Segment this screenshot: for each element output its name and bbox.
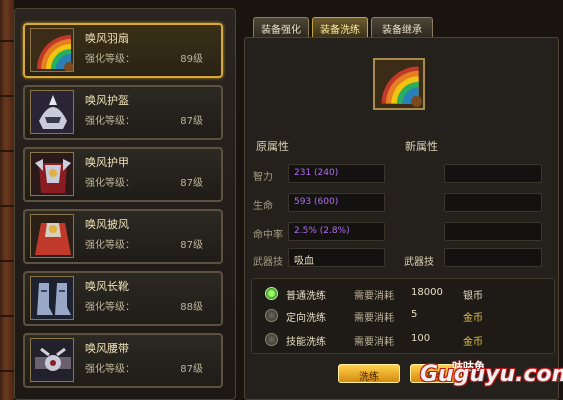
left-frame-edge xyxy=(0,0,14,400)
cost-value: 5 xyxy=(411,309,418,320)
frame-notch xyxy=(0,205,14,207)
original-value: 231 (240) xyxy=(288,164,385,183)
boots-icon xyxy=(30,276,74,320)
new-value xyxy=(444,222,542,241)
belt-icon xyxy=(30,338,74,382)
item-level-label: 强化等级： xyxy=(85,178,135,189)
equipment-item[interactable]: 唤风羽扇 强化等级： 89级 xyxy=(23,23,223,78)
equipment-item[interactable]: 唤风披风 强化等级： 87级 xyxy=(23,209,223,264)
item-name: 唤风羽扇 xyxy=(85,32,129,45)
original-value: 593 (600) xyxy=(288,193,385,212)
option-name[interactable]: 技能洗练 xyxy=(286,333,326,348)
option-name[interactable]: 定向洗练 xyxy=(286,309,326,324)
currency-label: 银币 xyxy=(463,291,483,302)
cost-value: 100 xyxy=(411,333,431,344)
cost-value: 18000 xyxy=(411,287,443,298)
frame-notch xyxy=(0,95,14,97)
item-name: 唤风长靴 xyxy=(85,280,129,293)
item-level-label: 强化等级： xyxy=(85,240,135,251)
new-value xyxy=(444,164,542,183)
tab-refine[interactable]: 装备洗练 xyxy=(312,17,368,37)
frame-notch xyxy=(0,315,14,317)
cost-label: 需要消耗 xyxy=(354,313,394,324)
attr-label: 生命 xyxy=(253,201,273,212)
watermark: Guguyu.com xyxy=(420,362,563,387)
item-level-label: 强化等级： xyxy=(85,364,135,375)
item-level-label: 强化等级： xyxy=(85,302,135,313)
original-value: 2.5% (2.8%) xyxy=(288,222,385,241)
frame-notch xyxy=(0,150,14,152)
currency-label: 金币 xyxy=(463,313,483,324)
item-name: 唤风护盔 xyxy=(85,94,129,107)
item-name: 唤风披风 xyxy=(85,218,129,231)
attr-label: 命中率 xyxy=(253,230,283,241)
item-level: 87级 xyxy=(180,364,203,375)
armor-icon xyxy=(30,152,74,196)
weapon-skill-value: 吸血 xyxy=(288,248,385,267)
frame-notch xyxy=(0,40,14,42)
frame-notch xyxy=(0,260,14,262)
item-level: 87级 xyxy=(180,178,203,189)
item-level: 87级 xyxy=(180,240,203,251)
option-name[interactable]: 普通洗练 xyxy=(286,287,326,302)
radio-targeted-refine[interactable] xyxy=(265,309,278,322)
equipment-list-panel: 唤风羽扇 强化等级： 89级 唤风护盔 强化等级： 87级 唤风护甲 强化等级：… xyxy=(14,8,236,400)
tab-inherit[interactable]: 装备继承 xyxy=(371,17,433,37)
cost-label: 需要消耗 xyxy=(354,337,394,348)
item-level: 89级 xyxy=(180,54,203,65)
new-weapon-skill-value xyxy=(444,248,542,267)
item-name: 唤风腰带 xyxy=(85,342,129,355)
item-level-label: 强化等级： xyxy=(85,116,135,127)
radio-normal-refine[interactable] xyxy=(265,287,278,300)
weapon-skill-label: 武器技 xyxy=(253,257,283,268)
feather-fan-icon xyxy=(373,58,425,110)
new-value xyxy=(444,193,542,212)
item-level: 87级 xyxy=(180,116,203,127)
original-attributes-title: 原属性 xyxy=(256,140,289,153)
helmet-icon xyxy=(30,90,74,134)
currency-label: 金币 xyxy=(463,337,483,348)
feather-fan-icon xyxy=(30,28,74,72)
refine-button[interactable]: 洗练 xyxy=(338,364,400,383)
radio-skill-refine[interactable] xyxy=(265,333,278,346)
item-level: 88级 xyxy=(180,302,203,313)
cape-icon xyxy=(30,214,74,258)
new-attributes-title: 新属性 xyxy=(405,140,438,153)
item-level-label: 强化等级： xyxy=(85,54,135,65)
equipment-item[interactable]: 唤风腰带 强化等级： 87级 xyxy=(23,333,223,388)
attr-label: 智力 xyxy=(253,172,273,183)
tab-enhance[interactable]: 装备强化 xyxy=(253,17,309,37)
new-weapon-skill-label: 武器技 xyxy=(404,257,434,268)
equipment-item[interactable]: 唤风护盔 强化等级： 87级 xyxy=(23,85,223,140)
equipment-item[interactable]: 唤风护甲 强化等级： 87级 xyxy=(23,147,223,202)
frame-notch xyxy=(0,370,14,372)
equipment-item[interactable]: 唤风长靴 强化等级： 88级 xyxy=(23,271,223,326)
item-name: 唤风护甲 xyxy=(85,156,129,169)
cost-label: 需要消耗 xyxy=(354,291,394,302)
